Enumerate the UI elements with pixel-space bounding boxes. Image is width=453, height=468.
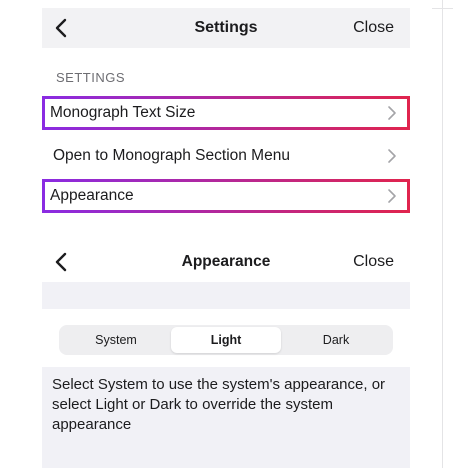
close-button[interactable]: Close	[353, 253, 394, 271]
chevron-left-icon	[55, 252, 67, 272]
appearance-screen: Appearance Close System Light Dark Selec…	[42, 0, 410, 468]
appearance-description: Select System to use the system's appear…	[42, 367, 410, 468]
grouped-header-band	[42, 282, 410, 309]
page-title: Appearance	[181, 253, 271, 270]
window-edge	[442, 0, 443, 468]
back-button[interactable]	[50, 250, 72, 274]
segment-dark[interactable]: Dark	[281, 327, 391, 353]
segment-light[interactable]: Light	[171, 327, 281, 353]
window-edge-top	[432, 8, 453, 9]
appearance-segmented-control: System Light Dark	[59, 325, 393, 355]
segment-system[interactable]: System	[61, 327, 171, 353]
appearance-navbar: Appearance Close	[42, 242, 410, 282]
